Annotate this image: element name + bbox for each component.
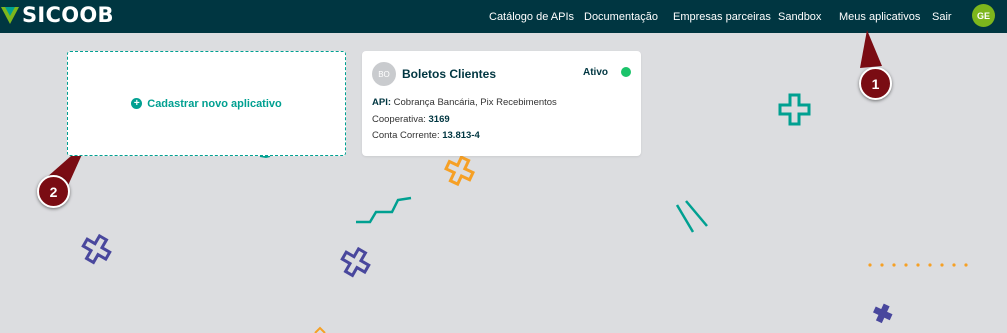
teal-plus-shape xyxy=(778,93,811,126)
orange-tick-mark xyxy=(314,326,326,333)
app-avatar: BO xyxy=(372,62,396,86)
app-card[interactable]: BO Boletos Clientes Ativo API: Cobrança … xyxy=(362,51,641,156)
app-cooperative-line: Cooperativa: 3169 xyxy=(372,114,450,125)
add-new-app-label: Cadastrar novo aplicativo xyxy=(147,97,282,110)
app-account-label: Conta Corrente: xyxy=(372,130,440,141)
annotation-marker-2: 2 xyxy=(37,175,70,208)
app-account-line: Conta Corrente: 13.813-4 xyxy=(372,130,480,141)
app-api-line: API: Cobrança Bancária, Pix Recebimentos xyxy=(372,97,557,108)
purple-plus-shape xyxy=(81,233,112,265)
purple-plus-small-shape xyxy=(873,303,893,324)
teal-small-mark xyxy=(259,155,271,159)
app-api-value: Cobrança Bancária, Pix Recebimentos xyxy=(393,97,557,108)
teal-slash-line xyxy=(685,200,708,227)
teal-slash-line xyxy=(675,204,695,233)
orange-dotted-line xyxy=(868,263,968,267)
app-cooperative-label: Cooperativa: xyxy=(372,114,426,125)
app-account-value: 13.813-4 xyxy=(442,130,480,141)
add-new-app-card[interactable]: + Cadastrar novo aplicativo xyxy=(67,51,346,156)
teal-zigzag-line xyxy=(356,196,412,224)
app-status-text: Ativo xyxy=(583,67,608,78)
marker-1-pointer xyxy=(860,30,882,68)
annotation-marker-1: 1 xyxy=(859,67,892,100)
app-title: Boletos Clientes xyxy=(402,67,497,81)
app-cooperative-value: 3169 xyxy=(428,114,450,125)
purple-plus-shape xyxy=(340,246,371,278)
status-indicator-icon xyxy=(621,67,631,77)
orange-plus-shape xyxy=(444,155,475,187)
plus-circle-icon: + xyxy=(131,98,143,109)
app-api-label: API: xyxy=(372,97,391,108)
background-decoration xyxy=(46,30,968,333)
